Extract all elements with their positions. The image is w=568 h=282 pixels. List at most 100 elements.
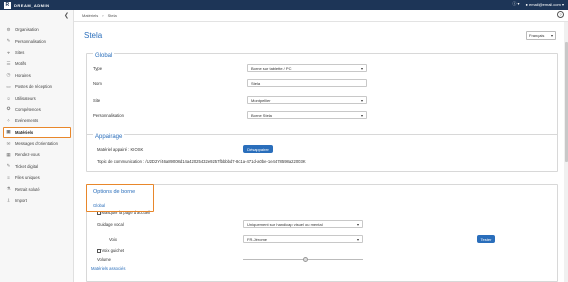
chevron-down-icon: ▾ bbox=[360, 65, 363, 71]
window-voice-label: Voix guichet bbox=[101, 248, 125, 253]
type-select[interactable]: Borne sur tablette / PC ▾ bbox=[247, 64, 367, 72]
sidebar-item-rendez-vous[interactable]: ▦ Rendez-vous bbox=[0, 149, 74, 160]
name-value: Stela bbox=[251, 80, 261, 86]
name-input[interactable]: Stela bbox=[247, 79, 367, 87]
sidebar-item-label: Import bbox=[15, 198, 27, 204]
test-button[interactable]: Tester bbox=[477, 235, 495, 243]
sidebar-item-horaires[interactable]: ◷ Horaires bbox=[0, 70, 74, 81]
window-voice-checkbox[interactable]: Voix guichet bbox=[97, 248, 124, 253]
flask-icon: ⚗ bbox=[6, 186, 11, 192]
sidebar-item-import[interactable]: ⇩ Import bbox=[0, 195, 74, 206]
event-icon: ✧ bbox=[6, 117, 11, 123]
type-label: Type bbox=[93, 66, 103, 71]
language-value: Français bbox=[529, 33, 545, 38]
sidebar-item-messages-d-orientation[interactable]: ✉ Messages d'orientation bbox=[0, 138, 74, 149]
checkbox-icon bbox=[97, 249, 101, 253]
sidebar-item-label: Organisation bbox=[15, 27, 39, 33]
site-label: Site bbox=[93, 98, 101, 103]
scrollbar[interactable] bbox=[564, 22, 568, 282]
collapse-sidebar-icon[interactable]: ❮ bbox=[64, 12, 69, 19]
breadcrumb-materiels[interactable]: Matériels bbox=[82, 13, 98, 18]
help-icon[interactable]: ? bbox=[557, 11, 564, 18]
visual-guidance-select[interactable]: Uniquement sur handicap visuel ou mental… bbox=[243, 220, 363, 228]
pairing-title: Appairage bbox=[93, 134, 125, 140]
chevron-down-icon: ▾ bbox=[356, 236, 359, 242]
chevron-down-icon: ▾ bbox=[550, 33, 553, 38]
import-icon: ⇩ bbox=[6, 197, 11, 203]
account-email: email@email.com bbox=[529, 1, 561, 7]
breadcrumb-separator: › bbox=[102, 13, 104, 18]
kiosk-options-panel: Options de borne Global Masquer la page … bbox=[86, 184, 558, 282]
user-icon: ● bbox=[525, 1, 528, 7]
sidebar-item-label: Compétences bbox=[15, 106, 41, 112]
sidebar-item-label: Horaires bbox=[15, 72, 31, 78]
list-icon: ☰ bbox=[6, 60, 11, 66]
sidebar-item-ticket-digital[interactable]: ✎ Ticket digital bbox=[0, 161, 74, 172]
sidebar-item-label: Utilisateurs bbox=[15, 95, 36, 101]
personalisation-label: Personnalisation bbox=[93, 113, 124, 118]
sidebar-item-matériels[interactable]: ▣ Matériels bbox=[3, 126, 71, 138]
sidebar-item-label: Postes de réception bbox=[15, 84, 53, 90]
sidebar-item-label: Sites bbox=[15, 49, 25, 55]
info-icon[interactable]: ⓘ ▾ bbox=[512, 1, 519, 7]
sidebar-item-label: Retrait soluté bbox=[15, 186, 40, 192]
chevron-down-icon: ▾ bbox=[360, 112, 363, 118]
brand-logo: R bbox=[4, 1, 11, 9]
sidebar-item-personnalisation[interactable]: ✎ Personnalisation bbox=[0, 35, 74, 46]
skill-icon: ✪ bbox=[6, 106, 11, 112]
sidebar-item-compétences[interactable]: ✪ Compétences bbox=[0, 104, 74, 115]
user-icon: ☺ bbox=[6, 95, 11, 101]
brush-icon: ✎ bbox=[6, 38, 11, 44]
sidebar-item-label: Personnalisation bbox=[15, 38, 46, 44]
visual-guidance-value: Uniquement sur handicap visuel ou mental bbox=[247, 221, 323, 227]
brand-name: DREAM_ADMIN bbox=[14, 2, 50, 8]
sidebar-nav: ⚙ Organisation ✎ Personnalisation ⌖ Sites ☰ Mot… bbox=[0, 24, 74, 206]
language-select[interactable]: Français ▾ bbox=[526, 31, 556, 40]
volume-label: Volume bbox=[97, 257, 111, 262]
communication-topic: Topic de communication : /U2D2Y/46a89008… bbox=[97, 159, 306, 164]
pin-icon: ⌖ bbox=[7, 49, 10, 55]
sidebar-item-retrait-soluté[interactable]: ⚗ Retrait soluté bbox=[0, 183, 74, 194]
sidebar: ❮ ⚙ Organisation ✎ Personnalisation ⌖ Sites ☰ M… bbox=[0, 10, 74, 282]
site-select[interactable]: Montpellier ▾ bbox=[247, 96, 367, 104]
main-content: Stela Français ▾ Global Type Borne sur t… bbox=[74, 22, 564, 282]
sidebar-item-postes-de-réception[interactable]: ▭ Postes de réception bbox=[0, 81, 74, 92]
sidebar-item-organisation[interactable]: ⚙ Organisation bbox=[0, 24, 74, 35]
voice-value: FR-Jérome bbox=[247, 236, 268, 242]
sidebar-item-label: Motifs bbox=[15, 61, 27, 67]
sidebar-item-sites[interactable]: ⌖ Sites bbox=[0, 47, 74, 58]
sidebar-item-utilisateurs[interactable]: ☺ Utilisateurs bbox=[0, 92, 74, 103]
voice-label: Voix bbox=[109, 237, 117, 242]
sidebar-item-files-uniques[interactable]: ≡ Files uniques bbox=[0, 172, 74, 183]
personalisation-select[interactable]: Borne Stela ▾ bbox=[247, 111, 367, 119]
sidebar-item-label: Messages d'orientation bbox=[15, 141, 58, 147]
account-menu[interactable]: ● email@email.com ▾ bbox=[525, 2, 564, 7]
volume-slider-handle[interactable] bbox=[302, 256, 308, 262]
message-icon: ✉ bbox=[6, 140, 11, 146]
site-value: Montpellier bbox=[251, 97, 271, 103]
calendar-icon: ▦ bbox=[6, 151, 11, 157]
queue-icon: ≡ bbox=[7, 175, 10, 181]
type-value: Borne sur tablette / PC bbox=[251, 65, 292, 71]
sidebar-item-motifs[interactable]: ☰ Motifs bbox=[0, 58, 74, 69]
brand[interactable]: R DREAM_ADMIN bbox=[4, 1, 50, 9]
kiosk-options-highlight bbox=[86, 184, 154, 212]
breadcrumb: Matériels › Stela bbox=[74, 10, 568, 22]
associated-materials-link[interactable]: Matériels associés bbox=[91, 266, 125, 271]
sidebar-item-label: Ticket digital bbox=[15, 163, 39, 169]
voice-select[interactable]: FR-Jérome ▾ bbox=[243, 235, 363, 243]
global-title: Global bbox=[93, 53, 115, 59]
chevron-down-icon: ▾ bbox=[356, 221, 359, 227]
sidebar-item-label: Files uniques bbox=[15, 175, 40, 181]
page-title: Stela bbox=[84, 31, 103, 40]
top-bar: R DREAM_ADMIN ⓘ ▾ ● email@email.com ▾ bbox=[0, 0, 568, 10]
desk-icon: ▭ bbox=[6, 83, 11, 89]
global-panel: Global Type Borne sur tablette / PC ▾ Nom… bbox=[86, 53, 558, 141]
clock-icon: ◷ bbox=[6, 72, 11, 78]
unpair-button[interactable]: Désappairer bbox=[243, 145, 273, 153]
sidebar-item-evénements[interactable]: ✧ Evénements bbox=[0, 115, 74, 126]
personalisation-value: Borne Stela bbox=[251, 112, 272, 118]
pairing-panel: Appairage Matériel appairé : KIOSK Désap… bbox=[86, 134, 558, 172]
scrollbar-thumb[interactable] bbox=[564, 42, 568, 162]
device-icon: ▣ bbox=[6, 129, 11, 135]
